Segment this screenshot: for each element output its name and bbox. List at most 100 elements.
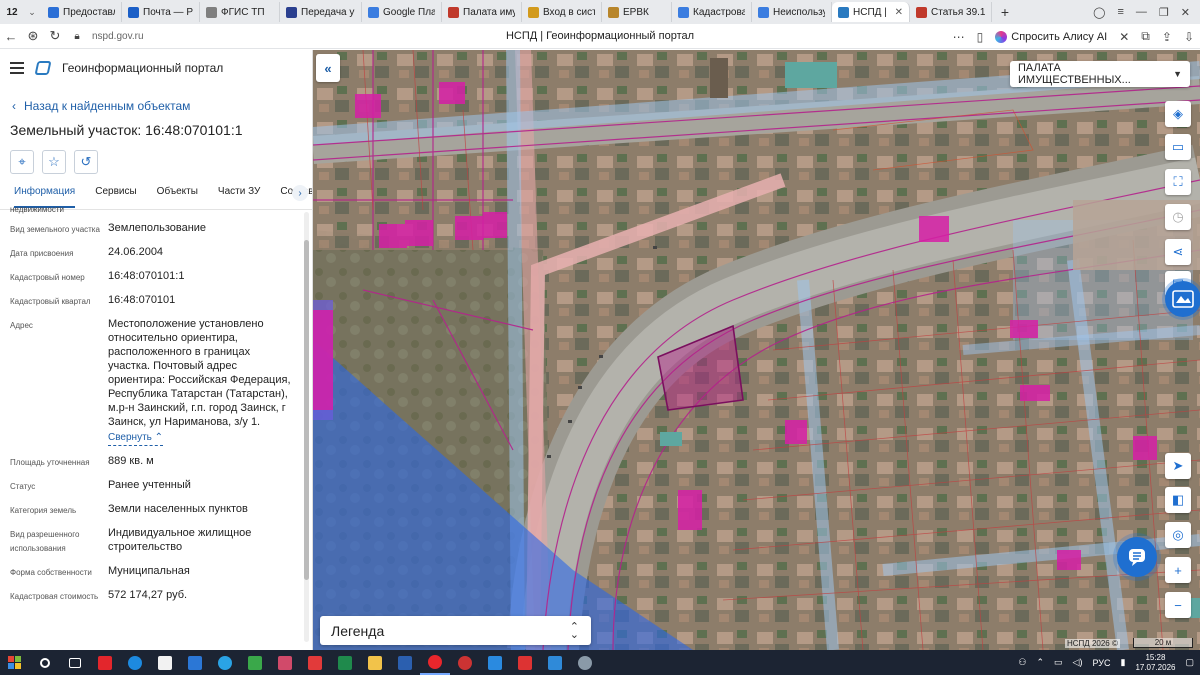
search-icon[interactable] [30,650,60,675]
favorite-button[interactable]: ☆ [42,150,66,174]
tab-favicon-icon [758,6,769,18]
task-view-icon[interactable] [60,650,90,675]
puzzle-icon[interactable]: ⧉ [1141,29,1150,44]
location-search-button[interactable]: ◎ [1165,522,1191,548]
photos-icon[interactable] [540,650,570,675]
browser-tab[interactable]: ЕРВК [602,2,672,22]
ruler-button[interactable]: ▭ [1165,134,1191,160]
zoom-out-button[interactable]: − [1165,592,1191,618]
history-map-button[interactable]: ◷ [1165,204,1191,230]
more-icon[interactable]: ⋯ [953,30,965,44]
excel-icon[interactable] [330,650,360,675]
share-icon[interactable]: ⇪ [1162,30,1172,44]
browser-tab[interactable]: Почта — Pzio [122,2,200,22]
folder-icon[interactable] [360,650,390,675]
cadastral-engineer-button[interactable] [1165,281,1200,317]
tab-favicon-icon [838,6,849,18]
browser-tab[interactable]: НСПД | Гео ✕ [832,2,910,22]
bookmark-icon[interactable]: ▯ [977,30,984,44]
browser-tab[interactable]: Неиспользуе [752,2,832,22]
chat-assistant-button[interactable] [1117,537,1157,577]
hamburger-menu-icon[interactable] [10,62,24,74]
plus-icon: + [1174,562,1182,578]
protect-icon[interactable]: ⊛ [22,25,44,47]
browser-tab[interactable]: Кадастровая [672,2,752,22]
yandex-disk-icon[interactable] [90,650,120,675]
browser-tab[interactable]: Передача уча [280,2,362,22]
network-app-icon[interactable] [570,650,600,675]
locate-on-map-button[interactable]: ⌖ [10,150,34,174]
edge-icon[interactable] [120,650,150,675]
map-search-icon: ⌖ [18,154,26,169]
volume-icon[interactable]: ◁) [1073,657,1083,668]
network-icon[interactable]: ▭ [1054,657,1063,668]
url-field[interactable]: nspd.gov.ru [92,31,144,42]
language-indicator[interactable]: РУС [1092,658,1110,668]
property-row: Форма собственности Муниципальная [0,564,303,580]
calculator-icon[interactable] [270,650,300,675]
profile-icon[interactable]: ◯ [1093,6,1105,19]
minimap-button[interactable]: ◧ [1165,487,1191,513]
restore-icon[interactable]: ❐ [1159,6,1169,19]
browser-tab[interactable]: Палата имущ [442,2,522,22]
tray-chevron-up-icon[interactable]: ⌃ [1036,657,1044,668]
word-icon[interactable] [390,650,420,675]
browser-tab[interactable]: Google Плане [362,2,442,22]
ask-alice-button[interactable]: Спросить Алису AI [995,30,1107,43]
download-icon[interactable]: ⇩ [1184,30,1194,44]
browser-tab[interactable]: Статья 39.16. [910,2,992,22]
address-bar-actions: ⋯ ▯ Спросить Алису AI ✕ ⧉ ⇪ ⇩ [953,24,1194,49]
back-arrow-icon[interactable]: ← [0,25,22,47]
clock-icon: ◷ [1172,209,1184,224]
object-info-panel: Геоинформационный портал ‹ Назад к найде… [0,50,313,650]
parcel-title: Земельный участок: 16:48:070101:1 [10,122,243,138]
layers-button[interactable]: ◈ [1165,101,1191,127]
property-value: 889 кв. м [108,454,162,470]
yandex-browser-icon[interactable] [420,650,450,675]
ie-icon[interactable] [210,650,240,675]
collapse-address-link[interactable]: Свернуть ⌃ [108,431,164,446]
menu-icon[interactable]: ≡ [1117,6,1123,18]
people-icon[interactable]: ⚇ [1018,657,1026,668]
lock-icon[interactable]: 🔒︎ [66,25,88,47]
minimize-icon[interactable]: — [1136,6,1147,18]
share-map-button[interactable]: ⋖ [1165,239,1191,265]
mail-icon[interactable] [180,650,210,675]
shield-icon[interactable] [240,650,270,675]
clock[interactable]: 15:28 17.07.2026 [1135,653,1175,673]
panel-scrollbar[interactable] [304,212,309,642]
tabs-scroll-right-icon[interactable]: › [292,185,308,201]
geolocation-button[interactable]: ➤ [1165,453,1191,479]
notifications-icon[interactable]: ▢ [1185,657,1194,668]
tab-count-badge[interactable]: 12 [2,2,22,22]
property-value: Ранее учтенный [108,478,199,494]
tab-favicon-icon [286,6,297,18]
teams-icon[interactable] [480,650,510,675]
store-icon[interactable] [150,650,180,675]
browser-tab[interactable]: ФГИС ТП [200,2,280,22]
tool-icon[interactable] [510,650,540,675]
layer-select[interactable]: ПАЛАТА ИМУЩЕСТВЕННЫХ... ▼ [1010,61,1190,87]
extension-icon[interactable]: ✕ [1119,30,1129,44]
lock-tray-icon[interactable]: ▮ [1120,657,1125,668]
map-view[interactable]: « ПАЛАТА ИМУЩЕСТВЕННЫХ... ▼ ◈ ▭ ⛶ ◷ ⋖ ▤ … [313,50,1200,650]
history-button[interactable]: ↺ [74,150,98,174]
panel-scrollbar-thumb[interactable] [304,240,309,580]
satellite-map-imagery[interactable] [313,50,1200,650]
ruler-icon: ▭ [1171,139,1185,154]
close-window-icon[interactable]: ✕ [1181,6,1190,19]
tab-close-icon[interactable]: ✕ [895,7,903,18]
start-button[interactable] [0,650,30,675]
new-tab-button[interactable]: + [996,3,1014,21]
browser-tab[interactable]: Предоставле [42,2,122,22]
app-circle-icon[interactable] [450,650,480,675]
collapse-panel-button[interactable]: « [316,54,340,82]
browser-tab[interactable]: Вход в систе [522,2,602,22]
legend-dropdown[interactable]: Легенда ⌃ ⌄ [320,616,591,645]
area-select-button[interactable]: ⛶ [1165,169,1191,195]
chevron-down-icon[interactable]: ⌄ [24,7,40,18]
pdf-icon[interactable] [300,650,330,675]
zoom-in-button[interactable]: + [1165,557,1191,583]
reload-icon[interactable]: ↻ [44,25,66,47]
back-to-results-link[interactable]: ‹ Назад к найденным объектам [0,86,312,116]
